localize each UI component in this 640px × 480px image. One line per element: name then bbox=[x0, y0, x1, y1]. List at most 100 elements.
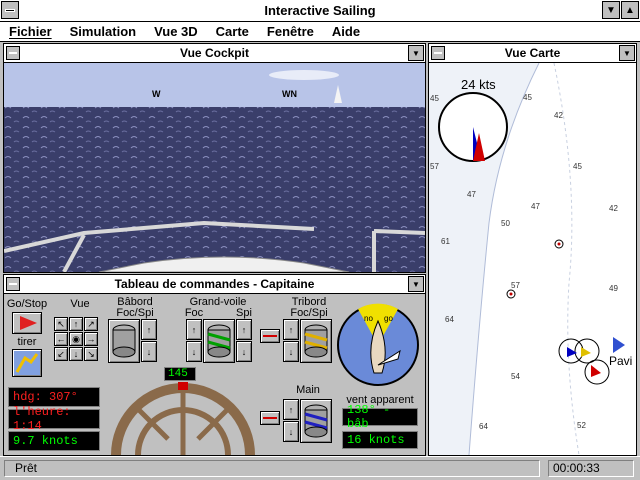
cockpit-window: Vue Cockpit ▼ W WN bbox=[3, 43, 426, 273]
wind-speed-readout: 16 knots bbox=[342, 431, 418, 449]
depth-label: 47 bbox=[467, 190, 476, 199]
cockpit-title: Vue Cockpit bbox=[180, 46, 249, 60]
view-down-right-button[interactable]: ↘ bbox=[84, 347, 98, 361]
rope-connector-icon[interactable] bbox=[260, 329, 280, 343]
carte-minimize-icon[interactable]: ▼ bbox=[619, 45, 635, 61]
cockpit-minimize-icon[interactable]: ▼ bbox=[408, 45, 424, 61]
cloud bbox=[269, 70, 339, 80]
depth-label: 64 bbox=[479, 422, 488, 431]
chart-map[interactable]: 24 kts 45 45 42 57 45 47 47 42 50 61 57 … bbox=[429, 63, 636, 455]
gv-ease-button[interactable]: ↑ bbox=[186, 319, 202, 340]
gv-foc-label: Foc bbox=[184, 307, 204, 319]
controls-window: Tableau de commandes - Capitaine ▼ Go/St… bbox=[3, 274, 426, 456]
tribord-trim-button[interactable]: ↓ bbox=[283, 341, 299, 362]
menu-fichier[interactable]: Fichier bbox=[0, 24, 61, 39]
depth-label: 50 bbox=[501, 219, 510, 228]
babord-winch-icon bbox=[108, 319, 140, 363]
depth-label: 47 bbox=[531, 202, 540, 211]
sea bbox=[4, 107, 425, 272]
depth-label: 45 bbox=[523, 93, 532, 102]
minimize-icon[interactable]: ▼ bbox=[602, 1, 620, 19]
gv-winch-icon bbox=[203, 319, 235, 363]
cockpit-system-menu-icon[interactable] bbox=[6, 46, 20, 60]
marker-wn: WN bbox=[282, 89, 297, 99]
gv-spi-ease-button[interactable]: ↑ bbox=[236, 319, 252, 340]
view-left-button[interactable]: ← bbox=[54, 332, 68, 346]
carte-title-bar: Vue Carte ▼ bbox=[429, 44, 636, 63]
cockpit-view[interactable]: W WN bbox=[4, 63, 425, 272]
view-right-button[interactable]: → bbox=[84, 332, 98, 346]
app-title: Interactive Sailing bbox=[264, 3, 376, 18]
view-center-button[interactable]: ◉ bbox=[69, 332, 83, 346]
depth-label: 57 bbox=[430, 162, 439, 171]
main-label: Main bbox=[296, 384, 320, 396]
app-title-bar: Interactive Sailing ▼ ▲ bbox=[0, 0, 640, 22]
wind-direction-readout: 138° - bâb bbox=[342, 403, 418, 431]
menu-simulation[interactable]: Simulation bbox=[61, 24, 145, 39]
gv-trim-button[interactable]: ↓ bbox=[186, 341, 202, 362]
tribord-winch-icon bbox=[300, 319, 332, 363]
view-down-button[interactable]: ↓ bbox=[69, 347, 83, 361]
time-readout: l'heure: 1:14 bbox=[8, 405, 100, 433]
status-text: Prêt bbox=[4, 460, 540, 477]
menu-fenetre[interactable]: Fenêtre bbox=[258, 24, 323, 39]
depth-label: 61 bbox=[441, 237, 450, 246]
sky bbox=[4, 63, 425, 107]
babord-sub-label: Foc/Spi bbox=[116, 307, 154, 319]
view-down-left-button[interactable]: ↙ bbox=[54, 347, 68, 361]
depth-label: 49 bbox=[609, 284, 618, 293]
menu-carte[interactable]: Carte bbox=[207, 24, 258, 39]
apparent-wind-gauge: no go bbox=[337, 303, 419, 386]
carte-title: Vue Carte bbox=[504, 46, 561, 60]
view-up-button[interactable]: ↑ bbox=[69, 317, 83, 331]
app-window: Interactive Sailing ▼ ▲ Fichier Simulati… bbox=[0, 0, 640, 480]
main-trim-button[interactable]: ↓ bbox=[283, 421, 299, 442]
depth-label: 52 bbox=[577, 421, 586, 430]
gv-spi-label: Spi bbox=[236, 307, 252, 319]
maximize-icon[interactable]: ▲ bbox=[621, 1, 639, 19]
main-rope-connector-icon[interactable] bbox=[260, 411, 280, 425]
carte-system-menu-icon[interactable] bbox=[431, 46, 445, 60]
cockpit-title-bar: Vue Cockpit ▼ bbox=[4, 44, 425, 63]
app-system-menu-icon[interactable] bbox=[1, 1, 19, 19]
view-up-right-button[interactable]: ↗ bbox=[84, 317, 98, 331]
depth-label: 64 bbox=[445, 315, 454, 324]
view-up-left-button[interactable]: ↖ bbox=[54, 317, 68, 331]
main-winch-icon bbox=[300, 399, 332, 443]
controls-title-bar: Tableau de commandes - Capitaine ▼ bbox=[4, 275, 425, 294]
menu-vue3d[interactable]: Vue 3D bbox=[145, 24, 207, 39]
place-label: Pavi bbox=[609, 354, 632, 368]
elapsed-time: 00:00:33 bbox=[548, 460, 634, 477]
tribord-ease-button[interactable]: ↑ bbox=[283, 319, 299, 340]
controls-title: Tableau de commandes - Capitaine bbox=[114, 277, 315, 291]
depth-label: 42 bbox=[554, 111, 563, 120]
tirer-label: tirer bbox=[17, 336, 37, 348]
main-ease-button[interactable]: ↑ bbox=[283, 399, 299, 420]
depth-label: 57 bbox=[511, 281, 520, 290]
marker-w1: W bbox=[152, 89, 161, 99]
gv-spi-trim-button[interactable]: ↓ bbox=[236, 341, 252, 362]
steering-wheel[interactable] bbox=[108, 379, 258, 455]
no-go-right-label: go bbox=[384, 314, 393, 323]
tirer-button[interactable] bbox=[12, 349, 42, 377]
menu-bar: Fichier Simulation Vue 3D Carte Fenêtre … bbox=[0, 22, 640, 42]
menu-aide[interactable]: Aide bbox=[323, 24, 369, 39]
depth-label: 45 bbox=[573, 162, 582, 171]
heading-readout: hdg: 307° bbox=[8, 387, 100, 407]
go-stop-label: Go/Stop bbox=[6, 298, 48, 310]
depth-label: 54 bbox=[511, 372, 520, 381]
no-go-left-label: no bbox=[364, 314, 373, 323]
status-bar: Prêt 00:00:33 bbox=[0, 456, 640, 480]
wind-speed-label: 24 kts bbox=[461, 77, 496, 92]
babord-trim-button[interactable]: ↓ bbox=[141, 341, 157, 362]
tribord-sub-label: Foc/Spi bbox=[290, 307, 328, 319]
depth-label: 42 bbox=[609, 204, 618, 213]
vue-label: Vue bbox=[70, 298, 90, 310]
go-stop-button[interactable] bbox=[12, 312, 42, 334]
babord-ease-button[interactable]: ↑ bbox=[141, 319, 157, 340]
controls-system-menu-icon[interactable] bbox=[6, 277, 20, 291]
carte-window: Vue Carte ▼ 24 kts 45 45 42 57 45 47 47 … bbox=[428, 43, 637, 456]
depth-label: 45 bbox=[430, 94, 439, 103]
controls-minimize-icon[interactable]: ▼ bbox=[408, 276, 424, 292]
speed-readout: 9.7 knots bbox=[8, 431, 100, 451]
